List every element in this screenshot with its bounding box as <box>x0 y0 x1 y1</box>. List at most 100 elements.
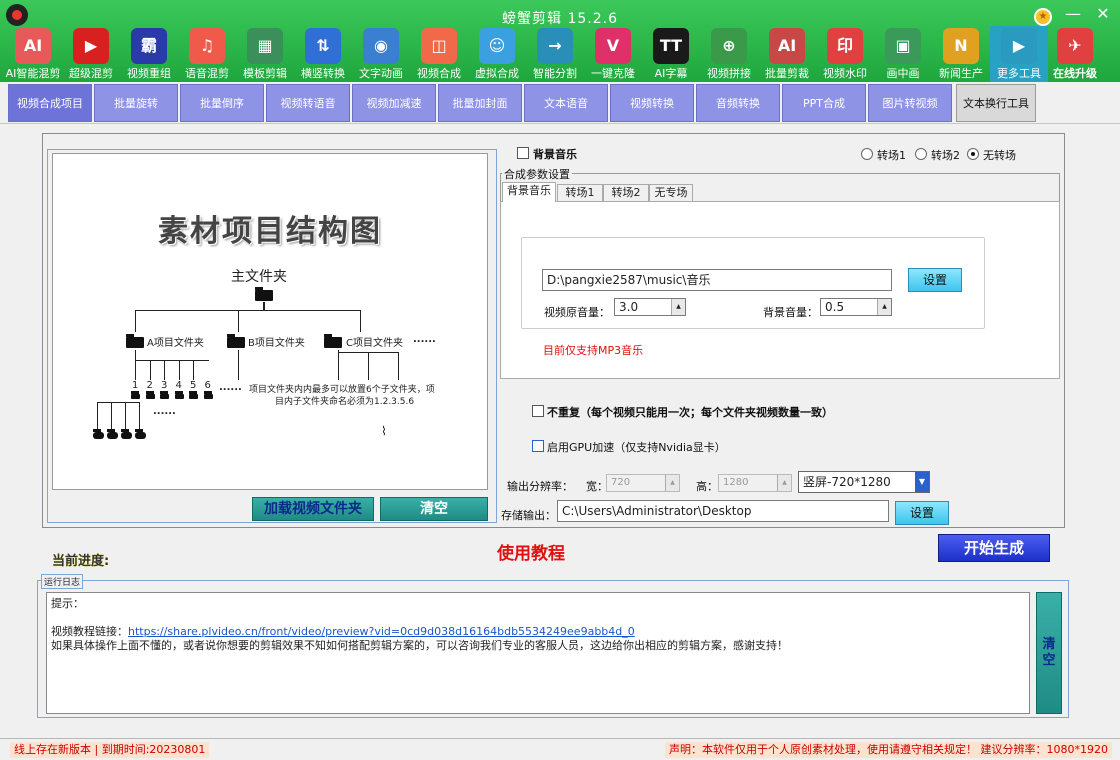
no-repeat-checkbox[interactable] <box>532 405 544 417</box>
dropdown-arrow-icon[interactable]: ▼ <box>915 472 929 492</box>
subtab-transition-1[interactable]: 转场1 <box>557 184 603 201</box>
height-spinner[interactable]: ▲▼ <box>777 475 791 491</box>
toolbar-item-10[interactable]: V 一键克隆 <box>584 26 642 82</box>
subfolder-number: 6 <box>204 380 211 391</box>
status-disclaimer: 声明：本软件仅用于个人原创素材处理，使用请遵守相关规定！ 建议分辨率：1080*… <box>665 742 1112 758</box>
orig-volume-input[interactable]: 3.0 ▲▼ <box>614 298 686 316</box>
tutorial-link[interactable]: 使用教程 <box>497 539 565 564</box>
toolbar-item-18[interactable]: ✈ 在线升级 <box>1046 26 1104 82</box>
toolbar-icon-1: ▶ <box>73 28 109 64</box>
height-input[interactable]: 1280 ▲▼ <box>718 474 792 492</box>
tab-5[interactable]: 批量加封面 <box>438 84 522 122</box>
subfolder-number: 3 <box>161 380 168 391</box>
toolbar-item-16[interactable]: N 新闻生产 <box>932 26 990 82</box>
bgm-checkbox[interactable] <box>517 147 529 159</box>
more-folders: ...... <box>413 334 436 345</box>
cursor-glyph: ⌇ <box>381 424 387 438</box>
subtab-bgm[interactable]: 背景音乐 <box>502 182 556 202</box>
music-path-input[interactable]: D:\pangxie2587\music\音乐 <box>542 269 892 291</box>
window-title: 螃蟹剪辑 15.2.6 <box>502 11 618 27</box>
toolbar-item-7[interactable]: ◫ 视频合成 <box>410 26 468 82</box>
toolbar-item-9[interactable]: → 智能分割 <box>526 26 584 82</box>
tab-3[interactable]: 视频转语音 <box>266 84 350 122</box>
toolbar-item-0[interactable]: AI AI智能混剪 <box>4 26 62 82</box>
toolbar-item-13[interactable]: AI 批量剪裁 <box>758 26 816 82</box>
toolbar-item-2[interactable]: 霸视频重组 <box>120 26 178 82</box>
save-path-set-button[interactable]: 设置 <box>895 501 949 525</box>
toolbar-item-6[interactable]: ◉ 文字动画 <box>352 26 410 82</box>
start-generate-button[interactable]: 开始生成 <box>938 534 1050 562</box>
tab-0[interactable]: 视频合成项目 <box>8 84 92 122</box>
clear-log-button[interactable]: 清空 <box>1036 592 1062 714</box>
save-output-label: 存储输出： <box>501 509 556 522</box>
tab-11[interactable]: 文本换行工具 <box>956 84 1036 122</box>
toolbar-icon-14: 印 <box>827 28 863 64</box>
toolbar-item-5[interactable]: ⇅ 横竖转换 <box>294 26 352 82</box>
toolbar-item-15[interactable]: ▣ 画中画 <box>874 26 932 82</box>
subtab-no-transition[interactable]: 无专场 <box>649 184 693 201</box>
tab-4[interactable]: 视频加减速 <box>352 84 436 122</box>
bg-volume-input[interactable]: 0.5 ▲▼ <box>820 298 892 316</box>
height-label: 高： <box>696 480 718 493</box>
tutorial-video-link[interactable]: https://share.plvideo.cn/front/video/pre… <box>128 625 635 638</box>
gpu-checkbox[interactable] <box>532 440 544 452</box>
transition-2-radio[interactable] <box>915 148 927 160</box>
toolbar-item-4[interactable]: ▦ 模板剪辑 <box>236 26 294 82</box>
toolbar-item-14[interactable]: 印视频水印 <box>816 26 874 82</box>
no-transition-radio[interactable] <box>967 148 979 160</box>
folder-c-icon <box>324 334 342 348</box>
bg-volume-spinner[interactable]: ▲▼ <box>877 299 891 315</box>
tab-8[interactable]: 音频转换 <box>696 84 780 122</box>
transition-1-label: 转场1 <box>877 149 906 162</box>
main-toolbar: AI AI智能混剪 ▶ 超级混剪霸视频重组 ♫ 语音混剪 ▦ 模板剪辑 ⇅ 横竖转换 ◉ 文字动画 ◫ 视… <box>0 26 1120 82</box>
resolution-preset-select[interactable]: 竖屏-720*1280 ▼ <box>798 471 930 493</box>
tab-9[interactable]: PPT合成 <box>782 84 866 122</box>
subfolder-number: 5 <box>190 380 197 391</box>
tab-2[interactable]: 批量倒序 <box>180 84 264 122</box>
toolbar-item-8[interactable]: ☺ 虚拟合成 <box>468 26 526 82</box>
minimize-button[interactable]: — <box>1060 4 1086 24</box>
status-bar: 线上存在新版本 | 到期时间:20230801 声明：本软件仅用于个人原创素材处… <box>0 738 1120 760</box>
toolbar-item-12[interactable]: ⊕ 视频拼接 <box>700 26 758 82</box>
subfolder-icon <box>145 391 155 399</box>
toolbar-icon-3: ♫ <box>189 28 225 64</box>
toolbar-item-3[interactable]: ♫ 语音混剪 <box>178 26 236 82</box>
structure-preview: 素材项目结构图 主文件夹 A项目文件夹 B项目文件夹 C项目文件夹 ......… <box>52 153 488 490</box>
folder-a-icon <box>126 334 144 348</box>
load-folder-button[interactable]: 加载视频文件夹 <box>252 497 374 521</box>
log-textarea[interactable]: 提示： 视频教程链接：https://share.plvideo.cn/fron… <box>46 592 1030 714</box>
resolution-label: 输出分辨率： <box>507 480 573 493</box>
subfolder-number: 4 <box>175 380 182 391</box>
tab-6[interactable]: 文本语音 <box>524 84 608 122</box>
toolbar-item-1[interactable]: ▶ 超级混剪 <box>62 26 120 82</box>
tab-1[interactable]: 批量旋转 <box>94 84 178 122</box>
vip-badge-icon[interactable]: ★ <box>1034 8 1052 26</box>
width-input[interactable]: 720 ▲▼ <box>606 474 680 492</box>
transition-2-label: 转场2 <box>931 149 960 162</box>
subfolder-icon <box>131 391 140 399</box>
toolbar-icon-5: ⇅ <box>305 28 341 64</box>
orig-volume-spinner[interactable]: ▲▼ <box>671 299 685 315</box>
toolbar-item-11[interactable]: TT AI字幕 <box>642 26 700 82</box>
width-spinner[interactable]: ▲▼ <box>665 475 679 491</box>
folder-a-label: A项目文件夹 <box>147 338 204 349</box>
file-icon <box>107 429 118 439</box>
root-folder-icon <box>255 287 273 301</box>
toolbar-icon-11: TT <box>653 28 689 64</box>
params-group-title: 合成参数设置 <box>502 166 572 182</box>
orig-volume-label: 视频原音量： <box>544 306 610 319</box>
toolbar-icon-13: AI <box>769 28 805 64</box>
bg-volume-label: 背景音量： <box>763 306 818 319</box>
transition-1-radio[interactable] <box>861 148 873 160</box>
music-path-set-button[interactable]: 设置 <box>908 268 962 292</box>
tab-10[interactable]: 图片转视频 <box>868 84 952 122</box>
tab-7[interactable]: 视频转换 <box>610 84 694 122</box>
subtab-transition-2[interactable]: 转场2 <box>603 184 649 201</box>
save-path-input[interactable]: C:\Users\Administrator\Desktop <box>557 500 889 522</box>
toolbar-icon-18: ✈ <box>1057 28 1093 64</box>
clear-preview-button[interactable]: 清空 <box>380 497 488 521</box>
note-line-2: 目内子文件夹命名必须为1.2.3.5.6 <box>275 397 415 407</box>
close-button[interactable]: ✕ <box>1090 4 1116 24</box>
more-items: ...... <box>153 406 176 417</box>
toolbar-icon-7: ◫ <box>421 28 457 64</box>
